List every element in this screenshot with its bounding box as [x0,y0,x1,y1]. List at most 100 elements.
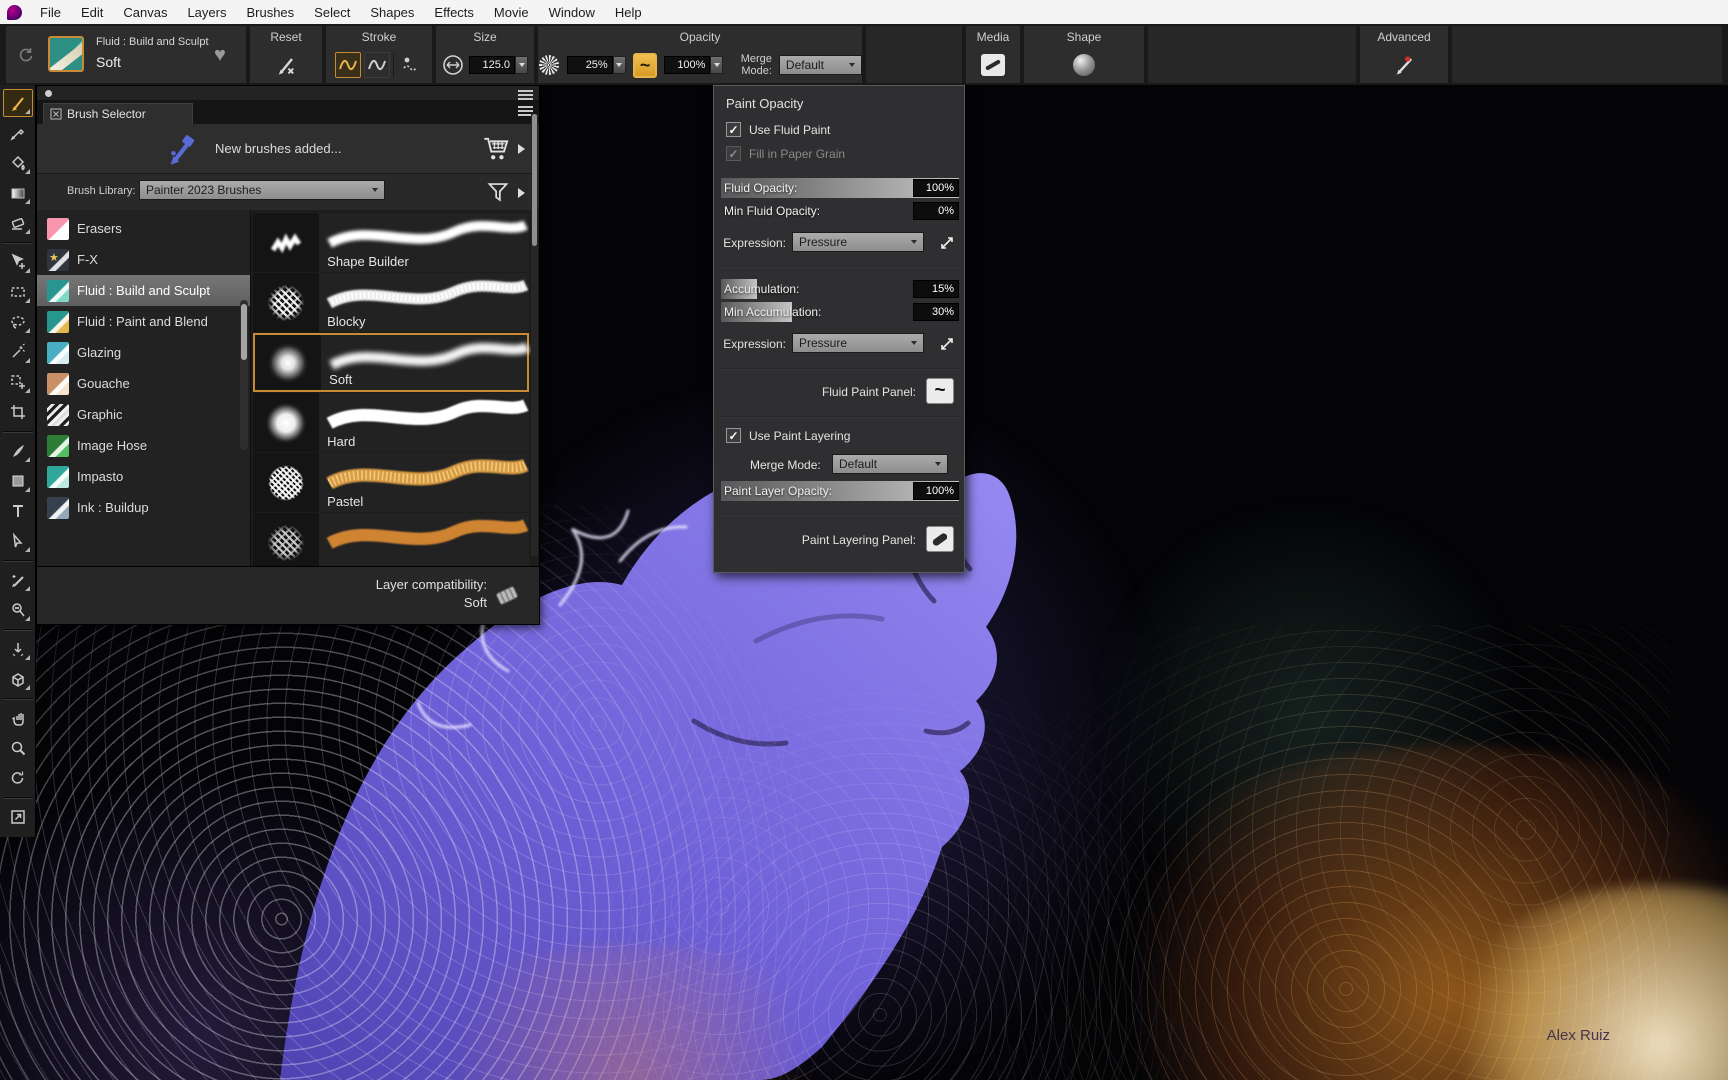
panel-close-icon[interactable] [50,108,62,120]
fluid-opacity-value[interactable]: 100% [913,179,959,197]
grain-icon[interactable] [538,54,560,76]
dropper-tool[interactable] [3,119,33,147]
transform-tool[interactable] [3,368,33,396]
min-fluid-opacity-slider[interactable]: Min Fluid Opacity: 0% [721,201,959,221]
variant-partial[interactable] [253,513,529,566]
advanced-brush-button[interactable] [1392,54,1416,76]
media-button[interactable] [981,54,1005,76]
category-fx[interactable]: F-X [37,244,250,275]
brush-tool[interactable] [3,89,33,117]
current-brush-thumbnail[interactable] [48,36,84,72]
mirror-painting-tool[interactable] [3,635,33,663]
category-gouache[interactable]: Gouache [37,368,250,399]
checkbox-checked-icon[interactable]: ✓ [726,428,741,443]
filter-flyout-arrow[interactable] [518,188,525,198]
grain-value[interactable]: 25% [567,56,613,74]
menu-shapes[interactable]: Shapes [360,2,424,23]
menu-window[interactable]: Window [539,2,605,23]
shape-select-tool[interactable] [3,527,33,555]
grain-dropdown-button[interactable] [613,56,626,74]
category-image-hose[interactable]: Image Hose [37,430,250,461]
panel-drag-bar[interactable] [37,86,539,101]
fluid-paint-flyout-button[interactable]: ~ [633,53,658,78]
lasso-tool[interactable] [3,308,33,336]
size-spinner[interactable]: 125.0 [469,56,528,74]
favorite-heart-icon[interactable]: ♥ [214,44,226,67]
variant-hard[interactable]: Hard [253,393,529,452]
fluid-opacity-slider[interactable]: Fluid Opacity: 100% [721,178,959,198]
menu-movie[interactable]: Movie [484,2,539,23]
category-ink-buildup[interactable]: Ink : Buildup [37,492,250,523]
burn-tool[interactable] [3,596,33,624]
panel-group-menu-icon[interactable] [518,90,533,100]
merge-mode-select[interactable]: Default [779,55,862,75]
accumulation-slider[interactable]: Accumulation: 15% [721,279,959,299]
use-fluid-paint-checkbox[interactable]: ✓ Use Fluid Paint [726,122,830,137]
variant-soft[interactable]: Soft [253,333,529,392]
size-dropdown-button[interactable] [515,56,528,74]
fluid-paint-panel-button[interactable]: ~ [926,378,954,404]
rotate-page-tool[interactable] [3,764,33,792]
menu-layers[interactable]: Layers [177,2,236,23]
menu-file[interactable]: File [30,2,71,23]
eraser-tool[interactable] [3,209,33,237]
dab-stroke-options-button[interactable] [397,52,423,78]
brush-selector-tab[interactable]: Brush Selector [43,103,193,124]
pen-tool[interactable] [3,437,33,465]
category-erasers[interactable]: Erasers [37,213,250,244]
menu-select[interactable]: Select [304,2,360,23]
min-fluid-opacity-value[interactable]: 0% [913,202,959,220]
category-graphic[interactable]: Graphic [37,399,250,430]
rectangular-select-tool[interactable] [3,278,33,306]
checkbox-checked-icon[interactable]: ✓ [726,122,741,137]
opacity-value[interactable]: 100% [664,56,710,74]
magic-wand-tool[interactable] [3,338,33,366]
restore-default-icon[interactable] [16,46,36,66]
layer-adjuster-tool[interactable] [3,248,33,276]
rectangle-shape-tool[interactable] [3,467,33,495]
expression-2-select[interactable]: Pressure [792,333,924,353]
variant-blocky[interactable]: Blocky [253,273,529,332]
text-tool[interactable] [3,497,33,525]
perspective-tool[interactable] [3,665,33,693]
category-scrollbar[interactable] [240,300,248,450]
variant-shape-builder[interactable]: Shape Builder [253,213,529,272]
filter-funnel-icon[interactable] [487,181,509,203]
paint-layer-opacity-slider[interactable]: Paint Layer Opacity: 100% [721,481,959,501]
category-glazing[interactable]: Glazing [37,337,250,368]
reset-brush-button[interactable] [274,54,298,76]
freehand-stroke-button[interactable] [335,52,361,78]
opacity-dropdown-button[interactable] [710,56,723,74]
accumulation-value[interactable]: 15% [913,280,959,298]
cart-icon[interactable] [483,136,511,162]
category-impasto[interactable]: Impasto [37,461,250,492]
category-fluid-build-sculpt[interactable]: Fluid : Build and Sculpt [37,275,250,306]
magnifier-tool[interactable] [3,734,33,762]
min-accumulation-value[interactable]: 30% [913,303,959,321]
straight-stroke-button[interactable] [364,52,390,78]
menu-edit[interactable]: Edit [71,2,113,23]
new-brushes-banner[interactable]: New brushes added... [37,124,539,174]
menu-effects[interactable]: Effects [424,2,484,23]
category-fluid-paint-blend[interactable]: Fluid : Paint and Blend [37,306,250,337]
dodge-tool[interactable] [3,566,33,594]
menu-brushes[interactable]: Brushes [236,2,304,23]
grain-spinner[interactable]: 25% [567,56,626,74]
min-accumulation-slider[interactable]: Min Accumulation: 30% [721,302,959,322]
paint-bucket-tool[interactable] [3,149,33,177]
crop-tool[interactable] [3,398,33,426]
shape-button[interactable] [1073,54,1095,76]
opacity-spinner[interactable]: 100% [664,56,723,74]
navigator-tool[interactable] [3,803,33,831]
brush-library-select[interactable]: Painter 2023 Brushes [139,180,385,200]
expression-1-select[interactable]: Pressure [792,232,924,252]
cart-flyout-arrow[interactable] [518,144,525,154]
size-value[interactable]: 125.0 [469,56,515,74]
use-paint-layering-checkbox[interactable]: ✓ Use Paint Layering [726,428,850,443]
menu-help[interactable]: Help [605,2,652,23]
gradient-tool[interactable] [3,179,33,207]
grabber-tool[interactable] [3,704,33,732]
popup-merge-mode-select[interactable]: Default [832,454,948,474]
variant-scrollbar[interactable] [531,114,538,556]
paint-layer-opacity-value[interactable]: 100% [913,482,959,500]
